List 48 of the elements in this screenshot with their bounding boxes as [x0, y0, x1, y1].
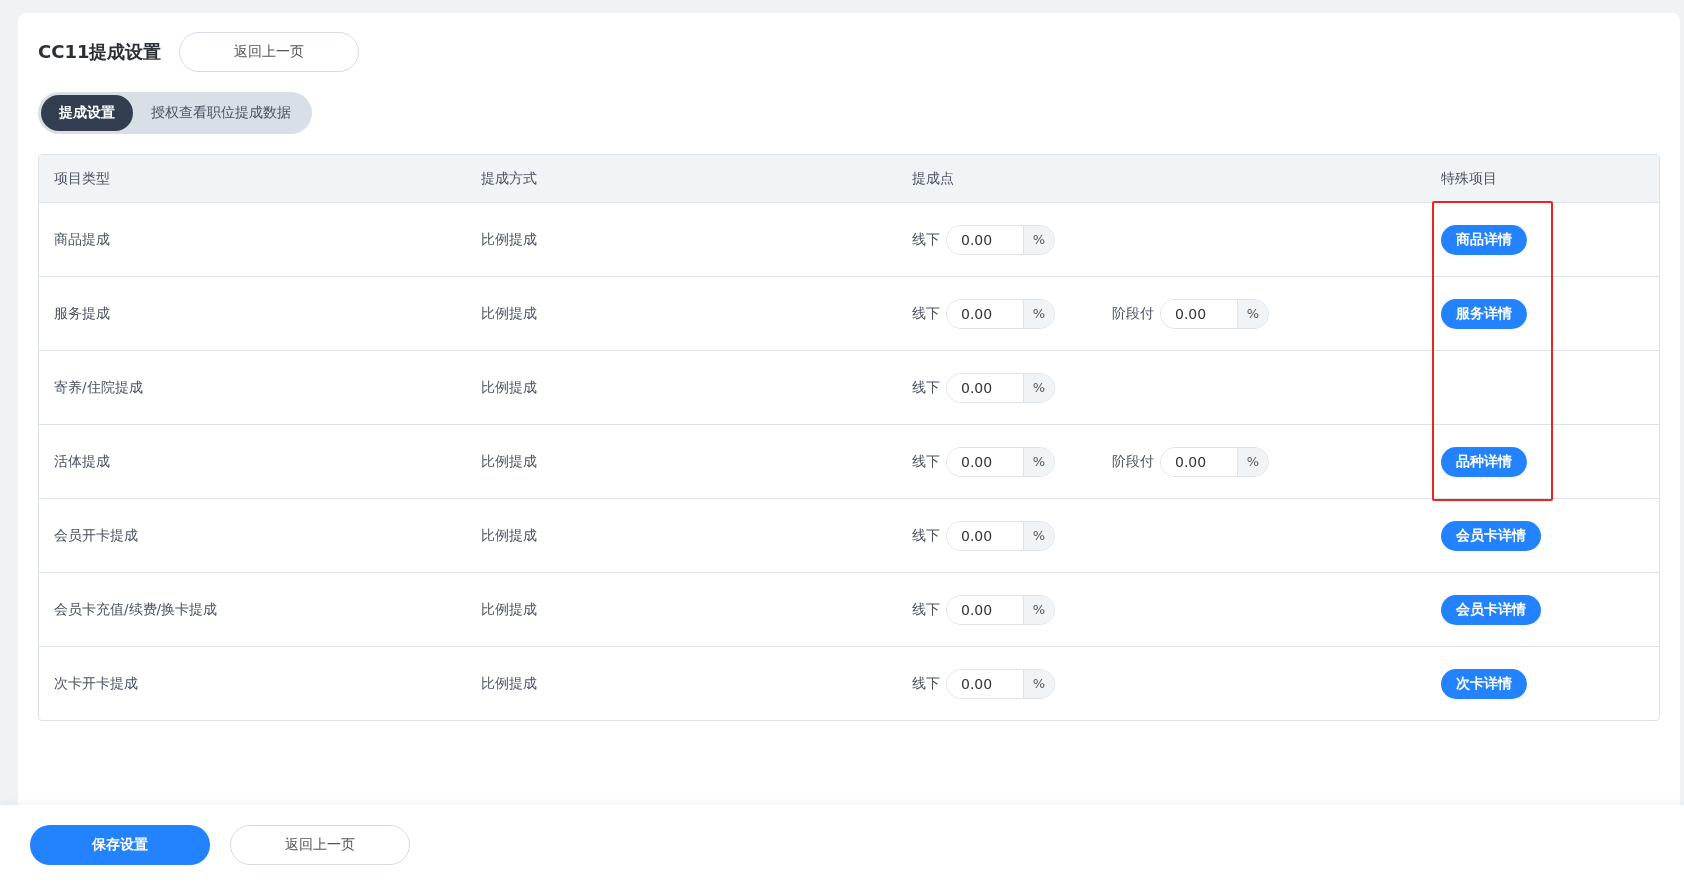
- column-header: 项目类型: [39, 155, 466, 203]
- column-header: 特殊项目: [1426, 155, 1659, 203]
- rate-input-field[interactable]: 0.00 %: [946, 668, 1055, 699]
- rate-input-field[interactable]: 0.00 %: [946, 520, 1055, 551]
- detail-button[interactable]: 会员卡详情: [1441, 594, 1541, 625]
- rate-input-field[interactable]: 0.00 %: [946, 224, 1055, 255]
- rate-input-field[interactable]: 0.00 %: [1160, 446, 1269, 477]
- rate-input-field[interactable]: 0.00 %: [946, 446, 1055, 477]
- tab[interactable]: 提成设置: [41, 95, 133, 131]
- detail-button[interactable]: 会员卡详情: [1441, 520, 1541, 551]
- rate-input-field[interactable]: 0.00 %: [946, 372, 1055, 403]
- back-button[interactable]: 返回上一页: [230, 825, 410, 865]
- rate-label: 线下: [912, 674, 940, 693]
- page-title: CC11提成设置: [38, 40, 162, 64]
- rate-label: 线下: [912, 230, 940, 249]
- table-cell: 次卡开卡提成: [54, 674, 138, 693]
- rate-label: 线下: [912, 378, 940, 397]
- column-header: 提成点: [897, 155, 1426, 203]
- rate-label: 阶段付: [1112, 304, 1154, 323]
- rate-label: 线下: [912, 526, 940, 545]
- table-cell: 比例提成: [481, 230, 537, 249]
- table-cell: 服务提成: [54, 304, 110, 323]
- detail-button[interactable]: 次卡详情: [1441, 668, 1527, 699]
- table-cell: 会员卡充值/续费/换卡提成: [54, 600, 218, 619]
- detail-button[interactable]: 商品详情: [1441, 224, 1527, 255]
- table-cell: 活体提成: [54, 452, 110, 471]
- tab[interactable]: 授权查看职位提成数据: [133, 95, 309, 131]
- table-cell: 会员开卡提成: [54, 526, 138, 545]
- column-header: 提成方式: [466, 155, 897, 203]
- table-cell: 寄养/住院提成: [54, 378, 143, 397]
- rate-input-field[interactable]: 0.00 %: [946, 594, 1055, 625]
- table-cell: 比例提成: [481, 526, 537, 545]
- detail-button[interactable]: 品种详情: [1441, 446, 1527, 477]
- table-cell: 比例提成: [481, 600, 537, 619]
- rate-label: 线下: [912, 304, 940, 323]
- table-cell: 商品提成: [54, 230, 110, 249]
- table-cell: 比例提成: [481, 674, 537, 693]
- rate-label: 线下: [912, 452, 940, 471]
- detail-button[interactable]: 服务详情: [1441, 298, 1527, 329]
- rate-input-field[interactable]: 0.00 %: [1160, 298, 1269, 329]
- rate-input-field[interactable]: 0.00 %: [946, 298, 1055, 329]
- rate-label: 线下: [912, 600, 940, 619]
- save-button[interactable]: 保存设置: [30, 825, 210, 865]
- back-button[interactable]: 返回上一页: [179, 32, 360, 72]
- table-cell: 比例提成: [481, 378, 537, 397]
- table-cell: 比例提成: [481, 452, 537, 471]
- rate-label: 阶段付: [1112, 452, 1154, 471]
- table-cell: 比例提成: [481, 304, 537, 323]
